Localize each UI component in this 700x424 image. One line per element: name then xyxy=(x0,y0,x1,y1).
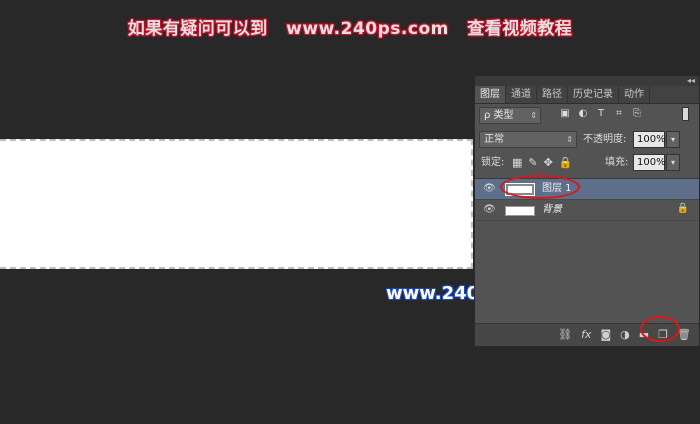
banner-site: www.240ps.com xyxy=(286,19,449,39)
text-T-icon[interactable]: T xyxy=(595,108,607,119)
lock-icons: ▦ ✎ ✥ 🔒 xyxy=(512,156,573,170)
layer-thumbnail xyxy=(505,206,535,216)
fill-label: 填充: xyxy=(605,157,629,168)
opacity-label: 不透明度: xyxy=(583,134,627,145)
opacity-dropdown-button[interactable]: ▾ xyxy=(666,131,680,148)
search-icon: ρ xyxy=(484,110,491,121)
tab-history[interactable]: 历史记录 xyxy=(568,86,619,103)
tab-actions[interactable]: 动作 xyxy=(619,86,650,103)
layer-name[interactable]: 图层 1 xyxy=(542,179,572,199)
layer-name[interactable]: 背景 xyxy=(542,200,562,220)
chevron-updown-icon: ⇕ xyxy=(566,135,573,144)
half-circle-icon[interactable]: ◐ xyxy=(577,108,589,119)
shape-icon[interactable]: ⌗ xyxy=(613,108,625,119)
lock-label: 锁定: xyxy=(481,157,505,168)
brush-icon[interactable]: ✎ xyxy=(528,156,537,170)
tab-channels[interactable]: 通道 xyxy=(506,86,537,103)
layer-thumbnail xyxy=(505,183,535,196)
smart-object-icon[interactable]: ⎘ xyxy=(631,108,643,119)
trash-icon[interactable]: 🗑 xyxy=(677,327,691,342)
lock-row: 锁定: ▦ ✎ ✥ 🔒 填充: 100% ▾ xyxy=(475,154,700,176)
banner-text-2: 查看视频教程 xyxy=(467,19,573,39)
canvas-selection[interactable] xyxy=(0,139,473,269)
tab-layers[interactable]: 图层 xyxy=(475,86,506,103)
blend-mode-dropdown[interactable]: 正常 ⇕ xyxy=(479,131,577,148)
banner-text-1: 如果有疑问可以到 xyxy=(127,19,268,39)
blend-row: 正常 ⇕ 不透明度: 100% ▾ xyxy=(475,129,700,151)
layers-list: 👁 图层 1 👁 背景 🔒 xyxy=(475,178,699,322)
panel-titlebar: ◂◂ xyxy=(475,76,699,86)
blend-mode-value: 正常 xyxy=(484,134,504,145)
tab-paths[interactable]: 路径 xyxy=(537,86,568,103)
panel-tabs: 图层 通道 路径 历史记录 动作 xyxy=(475,86,699,104)
filter-icons: ▣ ◐ T ⌗ ⎘ xyxy=(559,108,643,119)
move-icon[interactable]: ✥ xyxy=(544,156,553,170)
fill-dropdown-button[interactable]: ▾ xyxy=(666,154,680,171)
layer-row-1[interactable]: 👁 图层 1 xyxy=(475,179,699,200)
layers-panel: ◂◂ 图层 通道 路径 历史记录 动作 ρ 类型 ⇕ ▣ ◐ T ⌗ ⎘ 正常 … xyxy=(474,75,700,347)
fx-icon[interactable]: fx xyxy=(581,327,591,342)
layer-row-background[interactable]: 👁 背景 🔒 xyxy=(475,200,699,221)
bottom-icons: ⛓ fx ◙ ◑ ▬ ❐ 🗑 xyxy=(558,327,691,342)
eye-icon[interactable]: 👁 xyxy=(483,183,496,194)
eye-icon[interactable]: 👁 xyxy=(483,204,496,215)
tutorial-banner: 如果有疑问可以到 www.240ps.com 查看视频教程 xyxy=(0,14,700,39)
folder-icon[interactable]: ▬ xyxy=(639,327,649,342)
chevron-updown-icon: ⇕ xyxy=(530,111,537,120)
checker-icon[interactable]: ▦ xyxy=(512,156,522,170)
layers-bottom-bar: ⛓ fx ◙ ◑ ▬ ❐ 🗑 xyxy=(475,323,699,346)
filter-toggle[interactable] xyxy=(682,107,689,121)
filter-kind-label: 类型 xyxy=(493,110,514,121)
adjustment-icon[interactable]: ◑ xyxy=(620,327,630,342)
double-chevron-icon[interactable]: ◂◂ xyxy=(687,76,695,86)
filter-kind-dropdown[interactable]: ρ 类型 ⇕ xyxy=(479,107,541,124)
fill-input[interactable]: 100% xyxy=(633,154,666,171)
link-icon[interactable]: ⛓ xyxy=(558,327,572,342)
opacity-input[interactable]: 100% xyxy=(633,131,666,148)
filter-row: ρ 类型 ⇕ ▣ ◐ T ⌗ ⎘ xyxy=(475,105,700,127)
mask-icon[interactable]: ◙ xyxy=(600,327,611,342)
image-icon[interactable]: ▣ xyxy=(559,108,571,119)
lock-icon[interactable]: 🔒 xyxy=(559,156,573,170)
lock-icon: 🔒 xyxy=(676,203,689,214)
new-layer-icon[interactable]: ❐ xyxy=(658,327,668,342)
